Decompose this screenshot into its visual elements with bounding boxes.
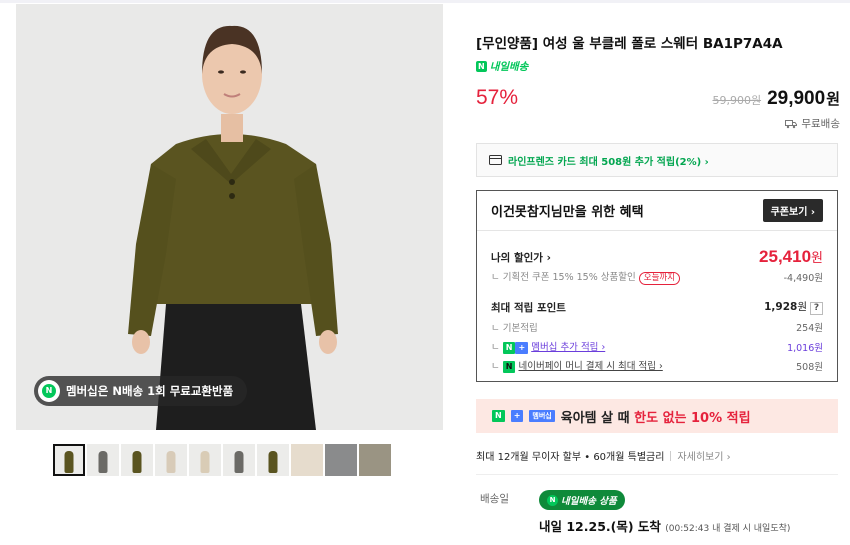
truck-icon [785, 119, 798, 128]
thumbnail-1[interactable] [53, 444, 85, 476]
points-unit: 원 [797, 301, 807, 313]
thumbnail-3[interactable] [121, 444, 153, 476]
tomorrow-delivery-product-badge: N 내일배송 상품 [539, 490, 625, 510]
sale-price: 29,900 [767, 88, 826, 109]
membership-exchange-banner: N 멤버십은 N배송 1회 무료교환반품 [34, 376, 248, 406]
membership-points-link[interactable]: 멤버십 추가 적립 › [531, 342, 605, 353]
thumbnail-8[interactable] [291, 444, 323, 476]
coupon-row: ㄴ 기획전 쿠폰 15% 15% 상품할인 오늘까지 -4,490원 [491, 269, 823, 285]
model-photo-illustration [16, 4, 443, 430]
membership-exchange-text: 멤버십은 N배송 1회 무료교환반품 [66, 384, 234, 398]
tomorrow-delivery-badge: N 내일배송 [476, 59, 528, 74]
base-points-amount: 254원 [796, 323, 823, 334]
free-shipping-label: 무료배송 [801, 118, 840, 130]
base-points-label: ㄴ 기본적립 [491, 323, 538, 334]
card-offer-text: 라인프렌즈 카드 최대 508원 추가 적립(2%) › [508, 156, 709, 168]
base-points-row: ㄴ 기본적립 254원 [491, 320, 823, 334]
promo-highlight: 한도 없는 10% 적립 [634, 410, 751, 426]
points-total: 1,928 [764, 301, 798, 313]
benefits-header: 이건못참지님만을 위한 혜택 쿠폰보기 › [477, 191, 837, 231]
card-points-offer[interactable]: 라인프렌즈 카드 최대 508원 추가 적립(2%) › [476, 143, 838, 177]
promo-text: 육아템 살 때 한도 없는 10% 적립 [561, 407, 751, 426]
installment-more-link[interactable]: 자세히보기 › [677, 448, 730, 463]
thumbnail-4[interactable] [155, 444, 187, 476]
membership-points-label: ㄴ N + 멤버십 추가 적립 › [491, 342, 606, 354]
base-points-text: 기본적립 [502, 323, 538, 334]
naverpay-icon: N [502, 361, 516, 373]
baby-items-promo-banner[interactable]: N + 멤버십 육아템 살 때 한도 없는 10% 적립 [476, 399, 838, 433]
membership-tag: 멤버십 [529, 410, 555, 422]
tomorrow-delivery-label: 내일배송 [489, 61, 529, 73]
membership-points-amount: 1,016원 [787, 342, 823, 354]
installment-separator [670, 450, 672, 461]
benefits-box: 이건못참지님만을 위한 혜택 쿠폰보기 › 나의 할인가 › 25,410원 ㄴ… [476, 190, 838, 382]
naverpay-points-label: ㄴ N 네이버페이 머니 결제 시 최대 적립 › [491, 361, 663, 373]
my-price-value: 25,410 [759, 247, 812, 266]
credit-card-icon [489, 155, 502, 165]
original-price: 59,900원 [712, 94, 762, 107]
naver-n-icon: N [42, 384, 56, 398]
coupon-detail: ㄴ 기획전 쿠폰 15% 15% 상품할인 오늘까지 [491, 269, 681, 285]
my-price-row: 나의 할인가 › 25,410원 [491, 247, 823, 267]
tomorrow-delivery-product-text: 내일배송 상품 [561, 496, 617, 507]
sale-price-unit: 원 [826, 90, 840, 108]
my-price-link[interactable]: 나의 할인가 › [491, 250, 551, 265]
thumbnail-5[interactable] [189, 444, 221, 476]
plus-icon: + [515, 342, 529, 354]
benefits-title: 이건못참지님만을 위한 혜택 [491, 205, 644, 220]
arrival-main: 내일 12.25.(목) 도착 [539, 519, 661, 534]
thumbnail-2[interactable] [87, 444, 119, 476]
naver-n-icon: N [502, 342, 516, 354]
naverpay-points-row: ㄴ N 네이버페이 머니 결제 시 최대 적립 › 508원 [491, 358, 823, 373]
installment-info: 최대 12개월 무이자 할부 • 60개월 특별금리 자세히보기 › [476, 448, 731, 463]
price-row: 59,900원 29,900 원 [712, 88, 840, 110]
product-title: [무인양품] 여성 울 부클레 폴로 스웨터 BA1P7A4A [476, 36, 783, 52]
points-label: 최대 적립 포인트 [491, 301, 566, 314]
product-main-image[interactable]: N 멤버십은 N배송 1회 무료교환반품 [16, 4, 443, 430]
today-only-tag: 오늘까지 [638, 272, 681, 285]
shipping-info: 무료배송 [785, 116, 840, 131]
coupon-desc: 기획전 쿠폰 15% 15% 상품할인 [502, 272, 636, 283]
arrival-date: 내일 12.25.(목) 도착 (00:52:43 내 결제 시 내일도착) [539, 516, 790, 535]
thumbnail-6[interactable] [223, 444, 255, 476]
installment-text: 최대 12개월 무이자 할부 • 60개월 특별금리 [476, 452, 665, 463]
naverpay-points-link[interactable]: 네이버페이 머니 결제 시 최대 적립 › [519, 361, 663, 372]
thumbnail-strip [53, 444, 391, 476]
points-row: 최대 적립 포인트 1,928원? [491, 299, 823, 315]
naver-n-icon: N [547, 494, 558, 506]
naver-delivery-icon: N [38, 380, 60, 402]
top-divider [0, 0, 850, 3]
my-price-unit: 원 [811, 251, 823, 266]
delivery-date-label: 배송일 [480, 493, 509, 505]
points-help-icon[interactable]: ? [810, 302, 823, 315]
thumbnail-9[interactable] [325, 444, 357, 476]
plus-icon: + [510, 410, 524, 422]
thumbnail-7[interactable] [257, 444, 289, 476]
coupon-amount: -4,490원 [783, 273, 823, 284]
arrival-note: (00:52:43 내 결제 시 내일도착) [665, 524, 791, 534]
section-divider [476, 474, 838, 475]
naver-n-icon: N [492, 410, 505, 422]
naver-n-icon: N [476, 61, 487, 72]
naverpay-points-amount: 508원 [796, 361, 823, 373]
membership-points-row: ㄴ N + 멤버십 추가 적립 › 1,016원 [491, 339, 823, 354]
promo-text-main: 육아템 살 때 [560, 410, 635, 426]
thumbnail-10[interactable] [359, 444, 391, 476]
discount-rate: 57% [476, 86, 519, 109]
view-coupons-button[interactable]: 쿠폰보기 › [762, 199, 823, 222]
